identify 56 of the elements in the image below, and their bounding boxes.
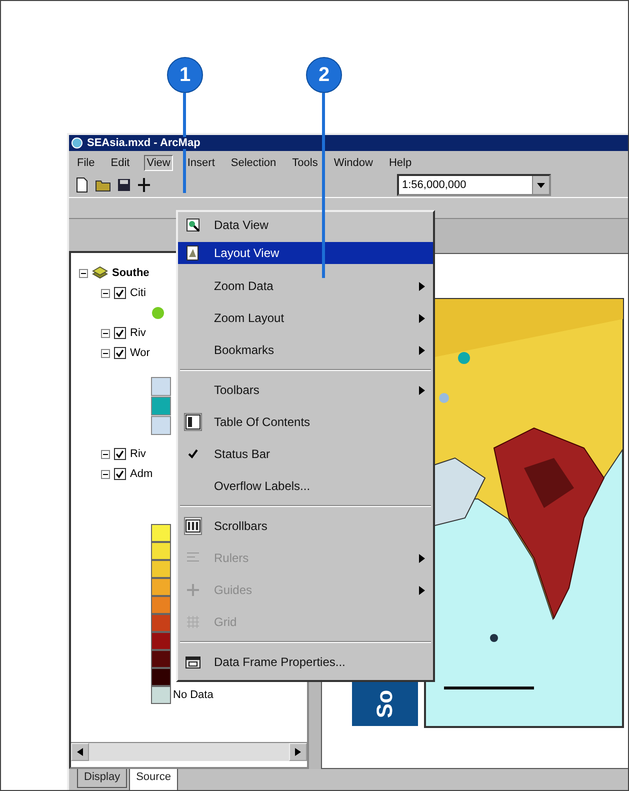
callout-badge: 2 <box>306 57 342 93</box>
layer-label[interactable]: Adm <box>130 468 153 480</box>
menu-item[interactable]: Table Of Contents <box>178 406 433 438</box>
scroll-right-icon <box>295 748 301 756</box>
menu-item[interactable]: Bookmarks <box>178 334 433 366</box>
layer-label[interactable]: Riv <box>130 448 146 460</box>
checkbox[interactable] <box>114 448 126 460</box>
save-icon[interactable] <box>117 178 131 192</box>
panel-tab[interactable]: Source <box>129 769 178 790</box>
menu-bar-item[interactable]: Edit <box>108 156 132 170</box>
new-file-icon[interactable] <box>75 177 89 193</box>
menu-bar-item[interactable]: Insert <box>185 156 217 170</box>
callout-badge: 1 <box>167 57 203 93</box>
menu-item[interactable]: Status Bar <box>178 438 433 470</box>
expand-box-icon[interactable] <box>101 328 110 338</box>
menu-bar-item[interactable]: Help <box>386 156 414 170</box>
menu-bar-item[interactable]: Tools <box>290 156 320 170</box>
layer-label[interactable]: Wor <box>130 347 150 359</box>
menu-bar-item[interactable]: View <box>144 155 174 171</box>
menu-item[interactable]: Overflow Labels... <box>178 470 433 502</box>
checkbox[interactable] <box>114 327 126 339</box>
checkbox[interactable] <box>114 287 126 299</box>
menu-item[interactable]: Zoom Layout <box>178 302 433 334</box>
checkbox[interactable] <box>114 468 126 480</box>
layer-label[interactable]: Riv <box>130 327 146 339</box>
open-folder-icon[interactable] <box>95 178 111 192</box>
menu-item[interactable]: Layout View <box>178 242 433 264</box>
globe-icon <box>71 137 83 149</box>
symbol-swatches-icon <box>151 377 171 435</box>
map-title-block: So <box>352 682 418 726</box>
scale-field[interactable]: 1:56,000,000 <box>397 174 551 196</box>
menu-bar-item[interactable]: Selection <box>228 156 278 170</box>
horizontal-scrollbar[interactable] <box>71 742 307 761</box>
checkbox[interactable] <box>114 347 126 359</box>
menu-item[interactable]: Data Frame Properties... <box>178 646 433 678</box>
expand-box-icon[interactable] <box>101 288 110 298</box>
layers-icon <box>92 266 108 280</box>
scroll-left-icon <box>77 748 83 756</box>
menu-item[interactable]: Toolbars <box>178 374 433 406</box>
expand-box-icon[interactable] <box>101 348 110 358</box>
menu-item[interactable]: Scrollbars <box>178 510 433 542</box>
panel-tab[interactable]: Display <box>77 769 128 788</box>
menu-bar-item[interactable]: File <box>75 156 97 170</box>
menu-item[interactable]: Zoom Data <box>178 270 433 302</box>
data-frame-label[interactable]: Southe <box>112 267 150 279</box>
window-title: SEAsia.mxd - ArcMap <box>87 137 200 149</box>
expand-box-icon[interactable] <box>79 268 88 278</box>
legend-label: No Data <box>173 689 214 701</box>
dropdown-arrow-icon <box>537 182 545 188</box>
expand-box-icon[interactable] <box>101 450 110 458</box>
layer-label[interactable]: Citi <box>130 287 146 299</box>
menu-bar-item[interactable]: Window <box>332 156 375 170</box>
expand-box-icon[interactable] <box>101 470 110 478</box>
point-symbol-icon <box>151 306 165 320</box>
add-data-icon[interactable] <box>137 177 151 193</box>
menu-item[interactable]: Data View <box>178 214 433 236</box>
